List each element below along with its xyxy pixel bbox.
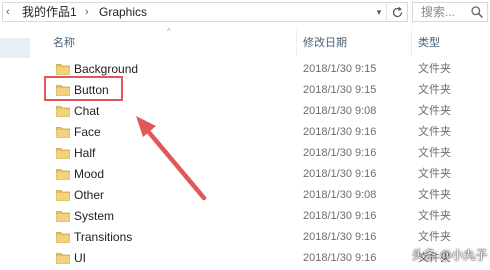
item-date: 2018/1/30 9:15: [303, 84, 377, 96]
item-date: 2018/1/30 9:08: [303, 189, 377, 201]
item-date: 2018/1/30 9:16: [303, 147, 377, 159]
folder-icon: [56, 232, 70, 243]
address-divider: [386, 3, 387, 21]
folder-icon: [56, 106, 70, 117]
item-type: 文件夹: [418, 126, 451, 138]
navigation-pane: [0, 26, 30, 270]
item-date: 2018/1/30 9:08: [303, 105, 377, 117]
item-name: Transitions: [74, 230, 133, 244]
item-type: 文件夹: [418, 63, 451, 75]
toolbar: ‹ 我的作品1 › Graphics ▾ 搜索...: [0, 0, 490, 26]
item-date: 2018/1/30 9:16: [303, 210, 377, 222]
item-name: Other: [74, 188, 105, 202]
list-item[interactable]: Chat 2018/1/30 9:08 文件夹: [44, 101, 490, 122]
list-item[interactable]: Other 2018/1/30 9:08 文件夹: [44, 185, 490, 206]
item-type: 文件夹: [418, 147, 451, 159]
folder-icon: [56, 211, 70, 222]
item-date: 2018/1/30 9:16: [303, 231, 377, 243]
watermark: 头条 @小丸子: [412, 248, 488, 262]
list-item[interactable]: Face 2018/1/30 9:16 文件夹: [44, 122, 490, 143]
chevron-down-icon[interactable]: ▾: [372, 3, 386, 21]
list-item[interactable]: Transitions 2018/1/30 9:16 文件夹: [44, 227, 490, 248]
item-type: 文件夹: [418, 189, 451, 201]
column-header-name[interactable]: 名称: [53, 36, 75, 50]
search-box[interactable]: 搜索...: [412, 2, 488, 22]
item-name: UI: [74, 251, 86, 265]
folder-icon: [56, 253, 70, 264]
annotation-arrow-icon: [136, 116, 207, 201]
breadcrumb-item-parent[interactable]: 我的作品1: [22, 3, 77, 21]
folder-icon: [56, 148, 70, 159]
item-date: 2018/1/30 9:16: [303, 252, 377, 264]
column-divider[interactable]: [296, 30, 297, 56]
sort-ascending-icon: ^: [167, 27, 171, 36]
folder-icon: [56, 190, 70, 201]
item-name: Half: [74, 146, 96, 160]
list-item[interactable]: Half 2018/1/30 9:16 文件夹: [44, 143, 490, 164]
folder-icon: [56, 169, 70, 180]
column-divider[interactable]: [411, 30, 412, 56]
item-name: Face: [74, 125, 101, 139]
column-header-type[interactable]: 类型: [418, 36, 440, 50]
column-header-date[interactable]: 修改日期: [303, 36, 347, 50]
item-type: 文件夹: [418, 105, 451, 117]
item-type: 文件夹: [418, 84, 451, 96]
search-placeholder[interactable]: 搜索...: [421, 3, 455, 21]
item-type: 文件夹: [418, 231, 451, 243]
item-name: Chat: [74, 104, 100, 118]
item-date: 2018/1/30 9:16: [303, 126, 377, 138]
nav-selected-item[interactable]: [0, 38, 30, 58]
breadcrumb-separator[interactable]: ›: [85, 3, 89, 21]
item-name: System: [74, 209, 115, 223]
search-icon[interactable]: [470, 5, 484, 19]
address-bar[interactable]: ‹ 我的作品1 › Graphics ▾: [2, 2, 408, 22]
refresh-button[interactable]: [389, 3, 405, 21]
item-type: 文件夹: [418, 168, 451, 180]
folder-icon: [56, 64, 70, 75]
item-date: 2018/1/30 9:15: [303, 63, 377, 75]
folder-icon: [56, 127, 70, 138]
chevron-left-icon[interactable]: ‹: [6, 3, 10, 21]
breadcrumb-item-current[interactable]: Graphics: [99, 3, 147, 21]
list-item[interactable]: System 2018/1/30 9:16 文件夹: [44, 206, 490, 227]
item-type: 文件夹: [418, 210, 451, 222]
item-name: Mood: [74, 167, 105, 181]
item-date: 2018/1/30 9:16: [303, 168, 377, 180]
annotation-highlight-box: [44, 76, 123, 101]
list-item[interactable]: Mood 2018/1/30 9:16 文件夹: [44, 164, 490, 185]
refresh-icon: [392, 6, 402, 17]
